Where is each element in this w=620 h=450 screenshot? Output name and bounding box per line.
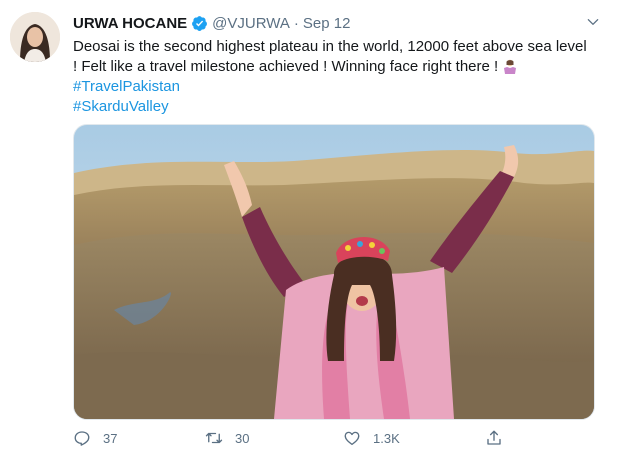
retweet-count: 30	[235, 430, 250, 446]
separator-dot: ·	[293, 14, 299, 32]
avatar-image	[10, 12, 60, 62]
avatar[interactable]	[10, 12, 60, 62]
share-button[interactable]	[485, 426, 515, 450]
heart-icon	[344, 431, 360, 446]
tweet-date[interactable]: Sep 12	[303, 15, 351, 32]
tweet-text-line-2-text: ! Felt like a travel milestone achieved …	[73, 58, 499, 75]
tweet-photo[interactable]	[73, 124, 595, 420]
reply-button[interactable]: 37	[73, 426, 117, 450]
chevron-down-icon[interactable]	[586, 15, 600, 29]
tweet-text-line-2: ! Felt like a travel milestone achieved …	[73, 57, 603, 77]
reply-icon	[74, 431, 90, 446]
share-icon	[487, 430, 501, 445]
tweet-text: Deosai is the second highest plateau in …	[73, 37, 603, 117]
hashtag-travelpakistan[interactable]: #TravelPakistan	[73, 77, 603, 97]
photo-woman-on-plateau	[74, 125, 594, 419]
retweet-button[interactable]: 30	[205, 426, 249, 450]
tweet[interactable]: URWA HOCANE @VJURWA · Sep 12 Deosai is t…	[0, 0, 620, 450]
like-button[interactable]: 1.3K	[343, 426, 400, 450]
tweet-header: URWA HOCANE @VJURWA · Sep 12	[73, 12, 350, 34]
verified-badge-icon	[192, 15, 208, 31]
hashtag-skarduvalley[interactable]: #SkarduValley	[73, 97, 603, 117]
reply-count: 37	[103, 430, 118, 446]
tweet-text-line-1: Deosai is the second highest plateau in …	[73, 38, 587, 55]
retweet-icon	[205, 432, 223, 444]
author-name[interactable]: URWA HOCANE	[73, 15, 187, 32]
author-handle[interactable]: @VJURWA	[212, 15, 290, 32]
tweet-actions: 37 30 1.3K	[73, 426, 603, 450]
woman-shrugging-emoji-icon	[504, 59, 517, 74]
like-count: 1.3K	[373, 430, 400, 446]
